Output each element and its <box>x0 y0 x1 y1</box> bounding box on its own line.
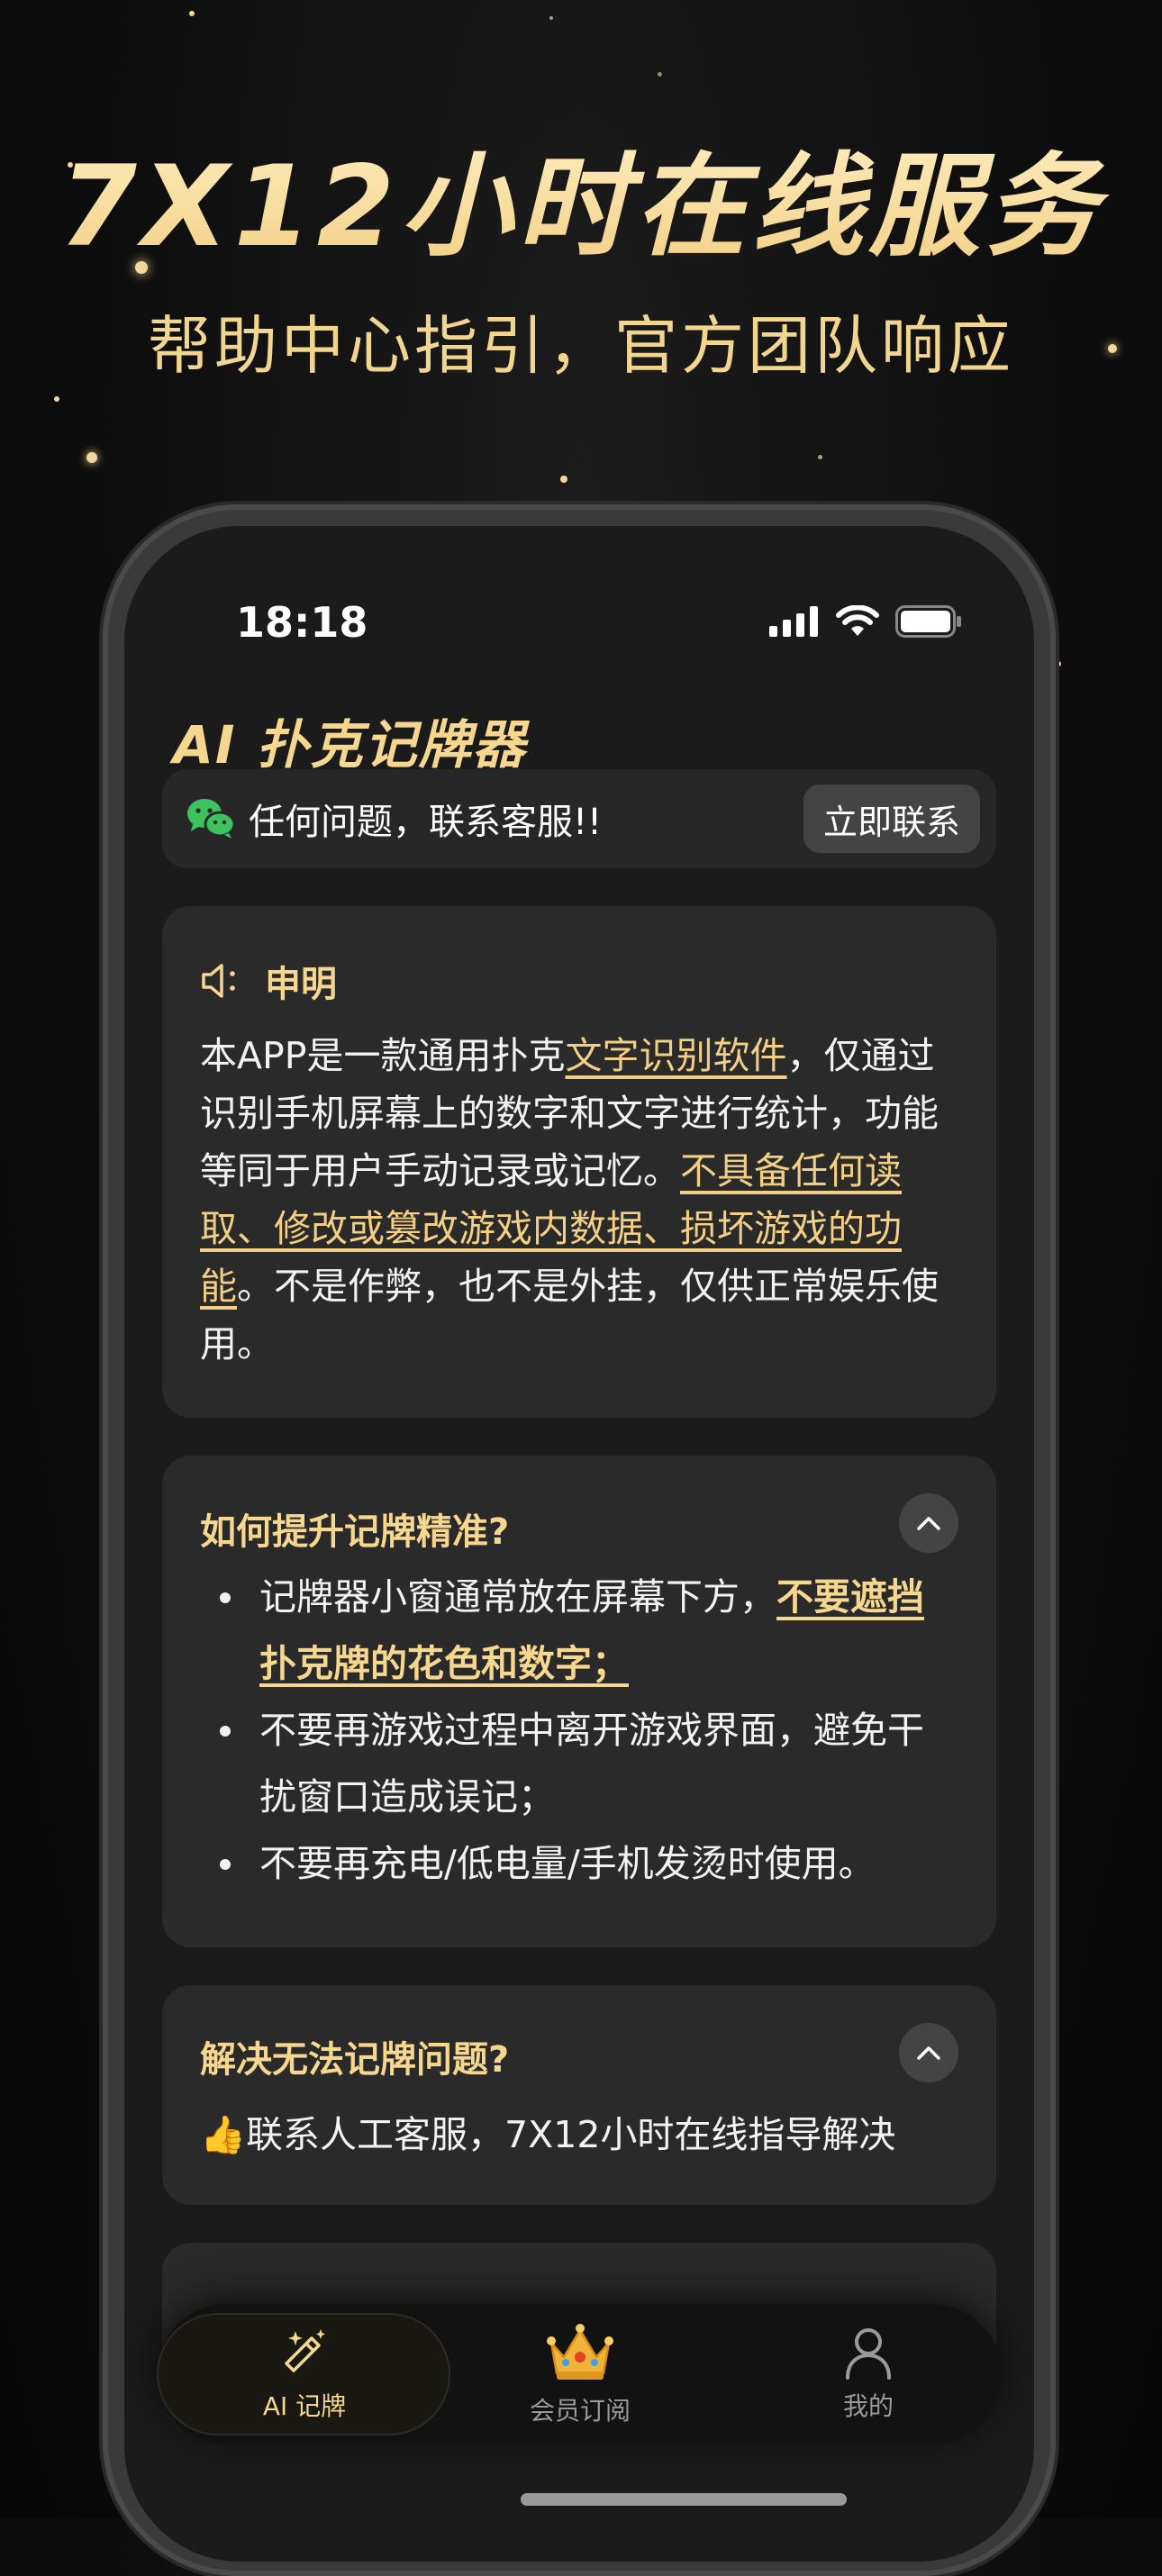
user-icon <box>846 2328 891 2380</box>
notice-body: 本APP是一款通用扑克文字识别软件，仅通过识别手机屏幕上的数字和文字进行统计，功… <box>200 1027 958 1373</box>
faq-fix-title: 解决无法记牌问题? <box>200 2039 510 2081</box>
status-icons <box>769 605 962 638</box>
tab-ai-record-label: AI 记牌 <box>262 2391 347 2421</box>
tab-profile[interactable]: 我的 <box>769 2304 967 2444</box>
decorative-star <box>560 476 567 483</box>
battery-icon <box>895 605 961 638</box>
notice-text-3: 。不是作弊，也不是外挂，仅供正常娱乐使用。 <box>200 1265 939 1365</box>
contact-text: 任何问题，联系客服!! <box>249 802 603 843</box>
notice-header: 申明 <box>200 955 337 1007</box>
decorative-star <box>818 455 822 459</box>
decorative-star <box>658 72 662 77</box>
signal-icon <box>769 606 818 637</box>
speaker-icon <box>202 964 235 998</box>
promo-headline: 7X12小时在线服务 <box>0 115 1162 277</box>
notice-card: 申明 本APP是一款通用扑克文字识别软件，仅通过识别手机屏幕上的数字和文字进行统… <box>162 906 996 1418</box>
chevron-up-icon <box>917 2046 940 2060</box>
contact-now-button[interactable]: 立即联系 <box>803 785 980 853</box>
faq-fix-card: 解决无法记牌问题? 👍联系人工客服，7X12小时在线指导解决 <box>162 1985 996 2205</box>
chevron-up-icon <box>917 1517 940 1530</box>
tab-ai-record[interactable]: AI 记牌 <box>157 2304 452 2444</box>
phone-screen: 18:18 AI 扑克记牌器 任何问题，联系客服!! 立即联系 申明 本APP是… <box>124 526 1034 2562</box>
decorative-star <box>549 16 553 20</box>
notice-text-1: 本APP是一款通用扑克 <box>200 1034 566 1077</box>
faq-accuracy-title: 如何提升记牌精准? <box>200 1511 510 1553</box>
magic-wand-icon <box>285 2329 325 2372</box>
phone-frame: 18:18 AI 扑克记牌器 任何问题，联系客服!! 立即联系 申明 本APP是… <box>103 504 1056 2576</box>
list-item: 不要再充电/低电量/手机发烫时使用。 <box>200 1830 958 1897</box>
status-time: 18:18 <box>236 598 368 647</box>
decorative-star <box>86 452 97 463</box>
faq-item-1-text: 记牌器小窗通常放在屏幕下方， <box>259 1575 776 1619</box>
list-item: 不要再游戏过程中离开游戏界面，避免干扰窗口造成误记； <box>200 1697 958 1830</box>
thumbs-up-icon: 👍 <box>200 2113 247 2156</box>
faq-accuracy-toggle[interactable] <box>899 1493 958 1553</box>
home-indicator <box>521 2493 847 2506</box>
tab-bar: AI 记牌 会员订阅 我的 <box>157 2304 1002 2444</box>
decorative-star <box>1056 661 1061 667</box>
tab-membership[interactable]: 会员订阅 <box>463 2304 697 2444</box>
crown-icon <box>547 2324 613 2380</box>
faq-fix-answer: 👍联系人工客服，7X12小时在线指导解决 <box>200 2106 895 2163</box>
faq-accuracy-card: 如何提升记牌精准? 记牌器小窗通常放在屏幕下方，不要遮挡扑克牌的花色和数字； 不… <box>162 1456 996 1947</box>
decorative-star <box>189 11 195 16</box>
promo-subheadline: 帮助中心指引，官方团队响应 <box>148 309 1014 383</box>
tab-membership-label: 会员订阅 <box>529 2396 631 2426</box>
list-item: 记牌器小窗通常放在屏幕下方，不要遮挡扑克牌的花色和数字； <box>200 1564 958 1697</box>
decorative-star <box>54 396 59 402</box>
notice-link-software: 文字识别软件 <box>565 1034 787 1077</box>
faq-fix-answer-text: 联系人工客服，7X12小时在线指导解决 <box>246 2113 896 2156</box>
wechat-icon <box>187 799 236 839</box>
notice-title: 申明 <box>265 964 337 1005</box>
faq-fix-toggle[interactable] <box>899 2023 958 2082</box>
faq-accuracy-list: 记牌器小窗通常放在屏幕下方，不要遮挡扑克牌的花色和数字； 不要再游戏过程中离开游… <box>200 1564 958 1897</box>
contact-bar[interactable]: 任何问题，联系客服!! 立即联系 <box>162 769 996 868</box>
tab-profile-label: 我的 <box>842 2391 894 2421</box>
wifi-icon <box>836 605 879 636</box>
app-title: AI 扑克记牌器 <box>173 714 527 776</box>
